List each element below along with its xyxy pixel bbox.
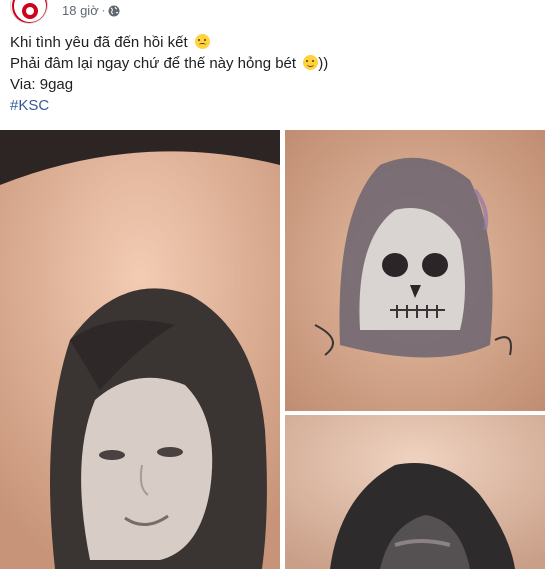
timestamp-text: 18 giờ xyxy=(62,3,99,18)
hashtag-line: #KSC xyxy=(10,95,535,116)
sad-face-emoji-icon xyxy=(194,34,210,49)
post-header: 18 giờ · xyxy=(0,0,545,24)
post-line-1-text: Khi tình yêu đã đến hồi kết xyxy=(10,34,188,51)
photo-hooded-figure-tattoo[interactable] xyxy=(285,415,545,569)
globe-icon xyxy=(108,5,120,17)
post-text: Khi tình yêu đã đến hồi kết Phải đâm lại… xyxy=(10,32,535,116)
photo-gallery xyxy=(0,130,545,569)
page-avatar[interactable] xyxy=(10,0,48,24)
via-credit: Via: 9gag xyxy=(10,76,74,93)
post-line-2: Phải đâm lại ngay chứ để thế này hỏng bé… xyxy=(10,53,535,74)
hashtag-link[interactable]: #KSC xyxy=(10,97,49,114)
separator-dot: · xyxy=(101,4,106,17)
post-line-2-suffix: )) xyxy=(318,55,329,72)
photo-woman-portrait-tattoo[interactable] xyxy=(0,130,280,569)
photo-grim-reaper-tattoo[interactable] xyxy=(285,130,545,411)
post-line-2-text: Phải đâm lại ngay chứ để thế này hỏng bé… xyxy=(10,55,297,72)
post-line-1: Khi tình yêu đã đến hồi kết xyxy=(10,32,535,53)
post-timestamp[interactable]: 18 giờ · xyxy=(62,3,120,18)
smile-face-emoji-icon xyxy=(303,55,319,70)
